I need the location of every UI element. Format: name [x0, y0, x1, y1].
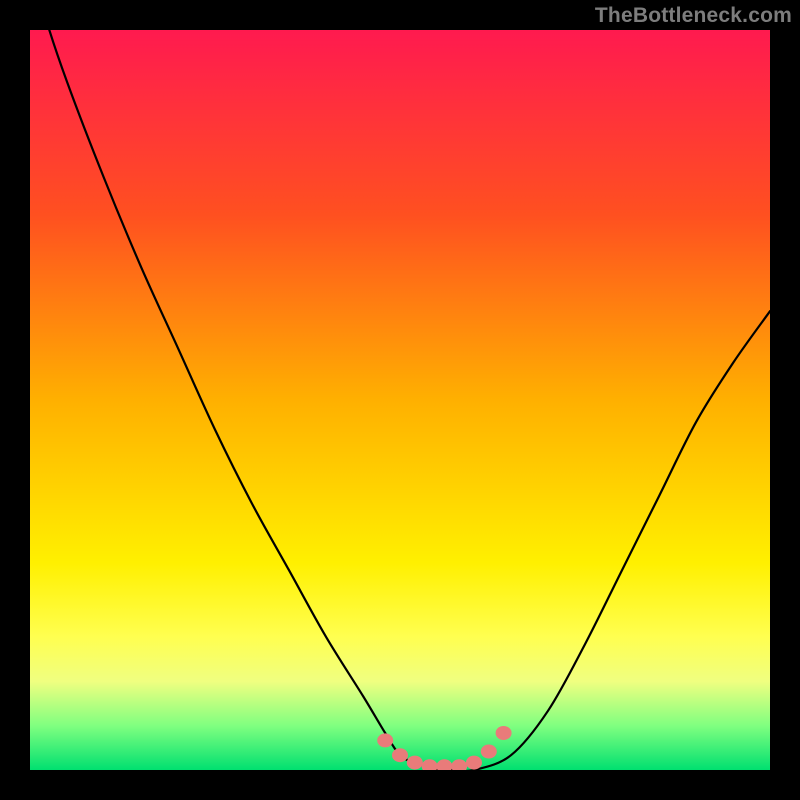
curve-marker: [407, 756, 423, 770]
watermark-text: TheBottleneck.com: [595, 4, 792, 28]
chart-svg: [30, 30, 770, 770]
curve-marker: [451, 759, 467, 770]
curve-marker: [392, 748, 408, 762]
curve-markers: [377, 726, 511, 770]
curve-marker: [481, 745, 497, 759]
plot-area: [30, 30, 770, 770]
bottleneck-curve: [30, 30, 770, 770]
chart-frame: TheBottleneck.com: [0, 0, 800, 800]
curve-marker: [466, 756, 482, 770]
curve-marker: [377, 733, 393, 747]
curve-marker: [436, 759, 452, 770]
curve-marker: [496, 726, 512, 740]
curve-marker: [422, 759, 438, 770]
